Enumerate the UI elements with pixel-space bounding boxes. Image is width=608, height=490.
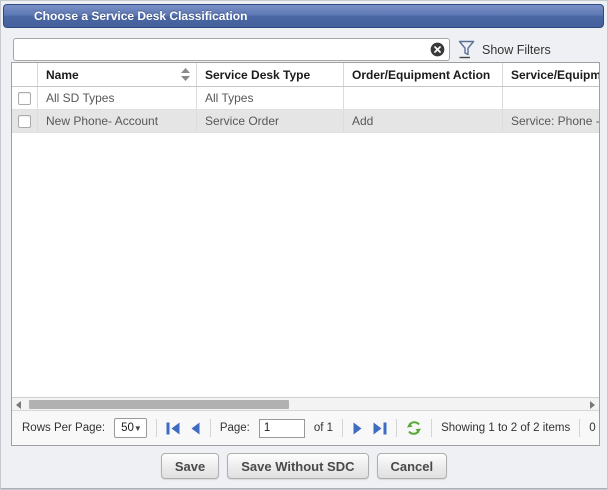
table-header-row: Name Service Desk Type Order/Equipment A… [12, 63, 600, 87]
last-page-button[interactable] [372, 422, 387, 435]
cell-service-equipment: Service: Phone - P [503, 110, 600, 132]
scrollbar-thumb[interactable] [29, 400, 289, 409]
divider [156, 419, 157, 437]
first-page-button[interactable] [166, 422, 181, 435]
showing-items-text: Showing 1 to 2 of 2 items [441, 422, 570, 434]
prev-page-button[interactable] [190, 422, 201, 435]
table-row[interactable]: All SD Types All Types [12, 87, 600, 110]
show-filters-label: Show Filters [482, 43, 551, 57]
dialog-title: Choose a Service Desk Classification [34, 9, 247, 23]
dialog-footer: Save Save Without SDC Cancel [0, 453, 608, 479]
column-header-name[interactable]: Name [38, 63, 197, 86]
refresh-icon [406, 420, 422, 436]
first-page-icon [166, 422, 181, 435]
divider [579, 419, 580, 437]
rows-per-page-select[interactable]: 50 ▼ [114, 418, 147, 438]
sort-icon[interactable] [181, 68, 190, 81]
divider [396, 419, 397, 437]
cell-service-desk-type: All Types [197, 87, 344, 109]
column-header-service-desk-type[interactable]: Service Desk Type [197, 63, 344, 86]
next-page-icon [352, 422, 363, 435]
divider [431, 419, 432, 437]
horizontal-scrollbar[interactable] [12, 397, 599, 410]
results-grid: Name Service Desk Type Order/Equipment A… [11, 62, 600, 446]
column-header-service-equipment[interactable]: Service/Equipment [503, 63, 600, 86]
clear-search-icon[interactable] [430, 42, 445, 57]
search-input[interactable] [13, 38, 450, 61]
cell-name: All SD Types [38, 87, 197, 109]
save-without-sdc-button[interactable]: Save Without SDC [227, 453, 368, 479]
select-all-header-cell [12, 63, 38, 86]
row-checkbox[interactable] [18, 92, 31, 105]
column-header-name-label: Name [46, 68, 79, 82]
scroll-left-icon[interactable] [16, 401, 21, 409]
row-checkbox[interactable] [18, 115, 31, 128]
next-page-button[interactable] [352, 422, 363, 435]
pagination-bar: Rows Per Page: 50 ▼ Page: of 1 [12, 410, 599, 445]
divider [342, 419, 343, 437]
prev-page-icon [190, 422, 201, 435]
show-filters-button[interactable]: Show Filters [458, 38, 551, 61]
dropdown-arrow-icon: ▼ [134, 424, 142, 433]
search-row: Show Filters [13, 38, 600, 62]
page-of-label: of 1 [314, 422, 333, 434]
rows-per-page-value: 50 [121, 422, 134, 434]
cell-service-desk-type: Service Order [197, 110, 344, 132]
items-selected-text: 0 items selected [589, 422, 599, 434]
search-box [13, 38, 450, 61]
last-page-icon [372, 422, 387, 435]
page-label: Page: [220, 422, 250, 434]
save-button[interactable]: Save [161, 453, 219, 479]
table-row[interactable]: New Phone- Account Service Order Add Ser… [12, 110, 600, 133]
column-header-order-equipment-action[interactable]: Order/Equipment Action [344, 63, 503, 86]
cell-name: New Phone- Account [38, 110, 197, 132]
cell-order-equipment-action [344, 87, 503, 109]
rows-per-page-label: Rows Per Page: [22, 422, 105, 434]
filter-icon [458, 40, 475, 59]
refresh-button[interactable] [406, 420, 422, 436]
cell-service-equipment [503, 87, 600, 109]
page-number-input[interactable] [259, 419, 305, 438]
dialog-titlebar[interactable]: Choose a Service Desk Classification [3, 4, 604, 28]
cell-order-equipment-action: Add [344, 110, 503, 132]
cancel-button[interactable]: Cancel [377, 453, 448, 479]
scroll-right-icon[interactable] [590, 401, 595, 409]
divider [210, 419, 211, 437]
